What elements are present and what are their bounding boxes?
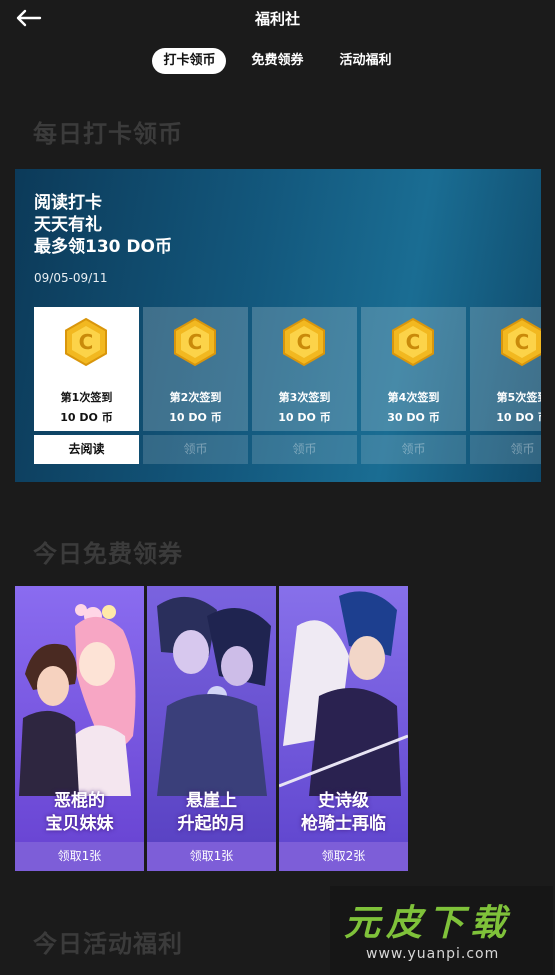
- comic-card-1[interactable]: 恶棍的 宝贝妹妹 领取1张: [15, 586, 144, 871]
- claim-coins-button[interactable]: 领币: [252, 435, 357, 464]
- comic-title-line: 宝贝妹妹: [45, 814, 114, 834]
- slot-amount: 30 DO 币: [387, 411, 440, 424]
- tab-activity-benefits[interactable]: 活动福利: [329, 48, 403, 74]
- svg-text:C: C: [406, 330, 421, 354]
- slot-amount: 10 DO 币: [169, 411, 222, 424]
- comic-title-line: 史诗级: [318, 791, 369, 811]
- checkin-slot-3: C 第3次签到 10 DO 币: [252, 307, 357, 431]
- slot-label: 第2次签到: [169, 391, 222, 404]
- comic-title-line: 枪骑士再临: [301, 814, 386, 834]
- checkin-promo: 阅读打卡 天天有礼 最多领130 DO币: [34, 192, 172, 258]
- slot-amount: 10 DO 币: [496, 411, 541, 424]
- comic-title: 悬崖上 升起的月: [147, 790, 276, 836]
- section-title-free-coupons: 今日免费领券: [33, 540, 183, 568]
- go-read-button[interactable]: 去阅读: [34, 435, 139, 464]
- top-bar: 福利社: [0, 0, 555, 36]
- comic-card-3[interactable]: 史诗级 枪骑士再临 领取2张: [279, 586, 408, 871]
- svg-text:C: C: [79, 330, 94, 354]
- slot-label: 第1次签到: [60, 391, 113, 404]
- comic-title: 史诗级 枪骑士再临: [279, 790, 408, 836]
- promo-line: 最多领130 DO币: [34, 237, 172, 257]
- checkin-slot-5: C 第5次签到 10 DO 币: [470, 307, 541, 431]
- coin-icon: C: [501, 317, 541, 367]
- claim-coins-button[interactable]: 领币: [470, 435, 541, 464]
- slot-amount: 10 DO 币: [60, 411, 113, 424]
- comic-title-line: 恶棍的: [54, 791, 105, 811]
- date-range: 09/05-09/11: [34, 271, 108, 285]
- checkin-slot-2: C 第2次签到 10 DO 币: [143, 307, 248, 431]
- promo-line: 阅读打卡: [34, 193, 102, 213]
- svg-text:C: C: [297, 330, 312, 354]
- slot-label: 第3次签到: [278, 391, 331, 404]
- checkin-slot-4: C 第4次签到 30 DO 币: [361, 307, 466, 431]
- coin-icon: C: [174, 317, 216, 367]
- claim-coupon-button[interactable]: 领取2张: [279, 842, 408, 871]
- comic-title: 恶棍的 宝贝妹妹: [15, 790, 144, 836]
- comic-title-line: 升起的月: [177, 814, 246, 834]
- slot-label: 第4次签到: [387, 391, 440, 404]
- promo-line: 天天有礼: [34, 215, 102, 235]
- coin-icon: C: [392, 317, 434, 367]
- coin-icon: C: [65, 317, 107, 367]
- watermark-url: www.yuanpi.com: [366, 946, 500, 962]
- claim-coupon-button[interactable]: 领取1张: [147, 842, 276, 871]
- claim-coupon-button[interactable]: 领取1张: [15, 842, 144, 871]
- svg-text:C: C: [515, 330, 530, 354]
- comic-card-2[interactable]: 悬崖上 升起的月 领取1张: [147, 586, 276, 871]
- watermark-brand: 元皮下载: [344, 903, 513, 944]
- slot-amount: 10 DO 币: [278, 411, 331, 424]
- page-title: 福利社: [254, 10, 300, 28]
- claim-coins-button[interactable]: 领币: [143, 435, 248, 464]
- svg-text:C: C: [188, 330, 203, 354]
- comic-title-line: 悬崖上: [186, 791, 237, 811]
- claim-coins-button[interactable]: 领币: [361, 435, 466, 464]
- tab-bar: 打卡领币 免费领券 活动福利: [0, 48, 555, 74]
- checkin-card: 阅读打卡 天天有礼 最多领130 DO币 09/05-09/11 C 第1次签到…: [15, 169, 541, 482]
- section-title-activity: 今日活动福利: [33, 930, 183, 958]
- tab-checkin-coins[interactable]: 打卡领币: [152, 48, 227, 74]
- section-title-checkin: 每日打卡领币: [33, 120, 183, 148]
- tab-free-coupons[interactable]: 免费领券: [240, 48, 314, 74]
- watermark: 元皮下载 www.yuanpi.com: [330, 886, 553, 975]
- checkin-slot-1: C 第1次签到 10 DO 币: [34, 307, 139, 431]
- coin-icon: C: [283, 317, 325, 367]
- slot-label: 第5次签到: [496, 391, 541, 404]
